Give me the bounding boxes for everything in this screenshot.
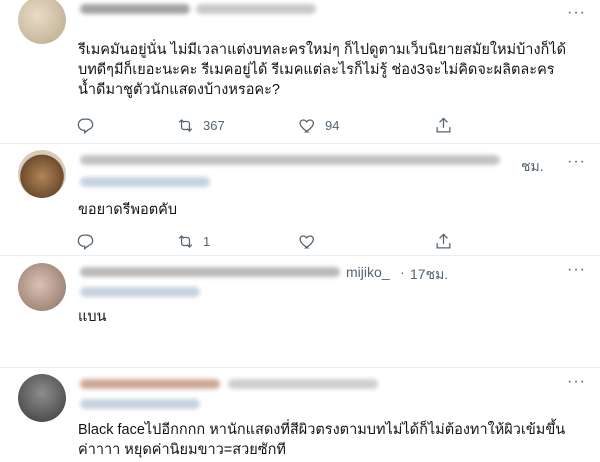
tweet-text: ขอยาดรีพอตคับ: [78, 202, 178, 218]
more-horizontal-icon[interactable]: ···: [567, 4, 586, 22]
author-handle-blurred: [228, 379, 378, 389]
reply-icon: [77, 234, 94, 250]
author-handle-blurred: [80, 177, 210, 187]
tweet-4[interactable]: ··· Black faceไปอีกกกก หานักแสดงที่สีผิว…: [0, 367, 600, 462]
author-name-blurred[interactable]: [80, 155, 500, 165]
author-handle[interactable]: mijiko_: [346, 264, 390, 280]
reply-button[interactable]: [76, 230, 103, 252]
share-button[interactable]: [434, 230, 453, 252]
retweet-icon: [178, 118, 193, 132]
like-button[interactable]: 94: [298, 114, 339, 136]
share-icon: [436, 232, 451, 248]
retweet-button[interactable]: 1: [176, 230, 210, 252]
more-horizontal-icon[interactable]: ···: [567, 373, 586, 391]
heart-icon: [299, 118, 314, 132]
tweet-1[interactable]: ··· รีเมคมันอยู่นั่น ไม่มีเวลาแต่งบทละคร…: [0, 0, 600, 144]
tweet-text: รีเมคมันอยู่นั่น ไม่มีเวลาแต่งบทละครใหม่…: [78, 42, 567, 98]
avatar[interactable]: [18, 263, 66, 311]
retweet-button[interactable]: 367: [176, 114, 225, 136]
avatar[interactable]: [18, 374, 66, 422]
tweet-text: Black faceไปอีกกกก หานักแสดงที่สีผิวตรงต…: [78, 422, 566, 458]
author-handle-blurred-2: [80, 399, 200, 409]
heart-icon: [299, 234, 314, 248]
tweet-time[interactable]: 17ชม.: [410, 264, 448, 286]
tweet-text: แบน: [78, 309, 107, 325]
reply-icon: [77, 118, 94, 134]
reply-button[interactable]: [76, 114, 103, 136]
tweet-3[interactable]: mijiko_ · 17ชม. ··· แบน: [0, 255, 600, 368]
author-name-blurred[interactable]: [80, 379, 220, 389]
author-handle-blurred: [196, 4, 316, 14]
more-horizontal-icon[interactable]: ···: [567, 261, 586, 279]
avatar[interactable]: [18, 0, 66, 44]
author-name-blurred[interactable]: [80, 267, 340, 277]
like-count: 94: [325, 117, 340, 133]
avatar[interactable]: [18, 150, 66, 198]
retweet-count: 1: [203, 233, 211, 249]
share-icon: [436, 116, 451, 132]
separator-dot: ·: [400, 264, 405, 280]
like-button[interactable]: [298, 230, 325, 252]
author-name-blurred[interactable]: [80, 4, 190, 14]
author-handle-blurred: [80, 287, 200, 297]
more-horizontal-icon[interactable]: ···: [567, 153, 586, 171]
share-button[interactable]: [434, 114, 453, 136]
tweet-actions: 367 94: [76, 114, 516, 136]
tweet-time[interactable]: ชม.: [521, 156, 544, 178]
tweet-actions: 1: [76, 230, 516, 252]
retweet-count: 367: [203, 117, 225, 133]
retweet-icon: [178, 234, 193, 248]
tweet-2[interactable]: ชม. ··· ขอยาดรีพอตคับ 1: [0, 143, 600, 256]
